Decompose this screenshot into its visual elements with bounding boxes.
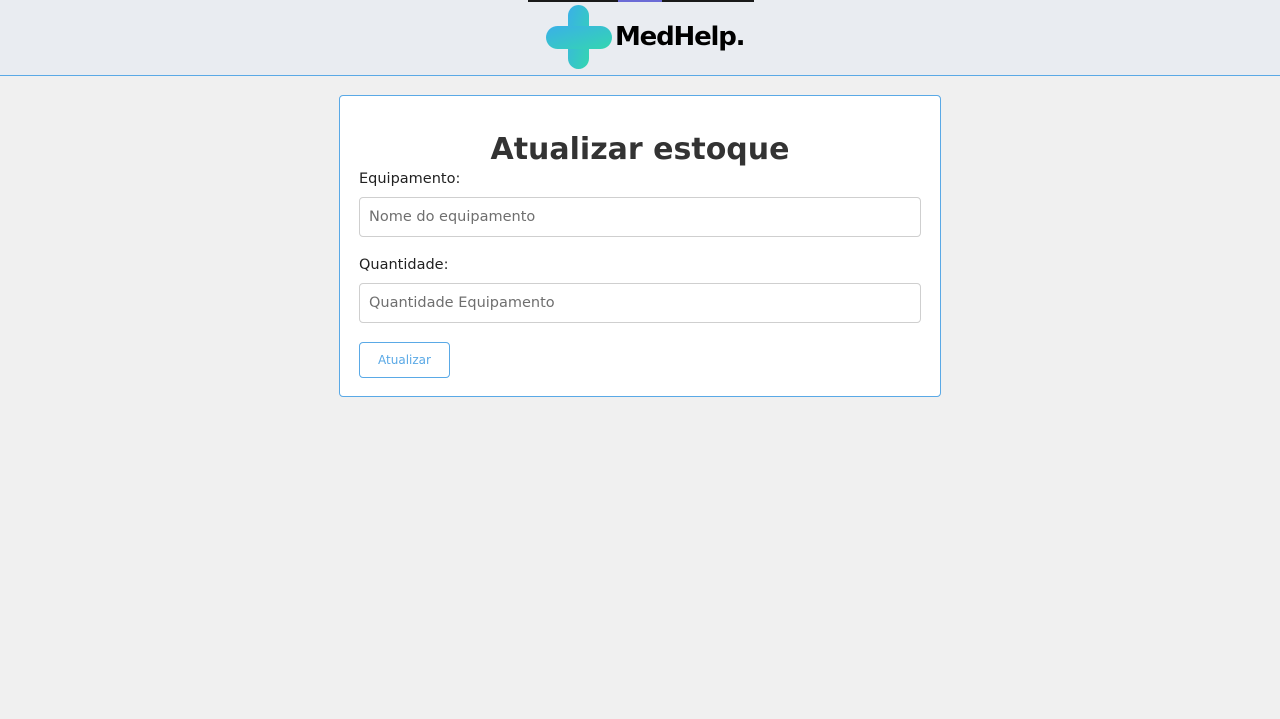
equipment-name-input[interactable] xyxy=(359,197,921,237)
update-button[interactable]: Atualizar xyxy=(359,342,450,378)
equipment-label: Equipamento: xyxy=(359,171,461,187)
logo-text: MedHelp. xyxy=(615,22,746,52)
header-top-line xyxy=(528,0,754,2)
top-header: MedHelp. xyxy=(0,0,1280,76)
medical-cross-icon xyxy=(546,5,612,69)
quantity-label: Quantidade: xyxy=(359,257,449,273)
update-stock-card: Atualizar estoque Equipamento: Quantidad… xyxy=(339,95,941,397)
quantity-input[interactable] xyxy=(359,283,921,323)
medhelp-logo[interactable]: MedHelp. xyxy=(546,5,746,69)
page-title: Atualizar estoque xyxy=(490,132,790,167)
